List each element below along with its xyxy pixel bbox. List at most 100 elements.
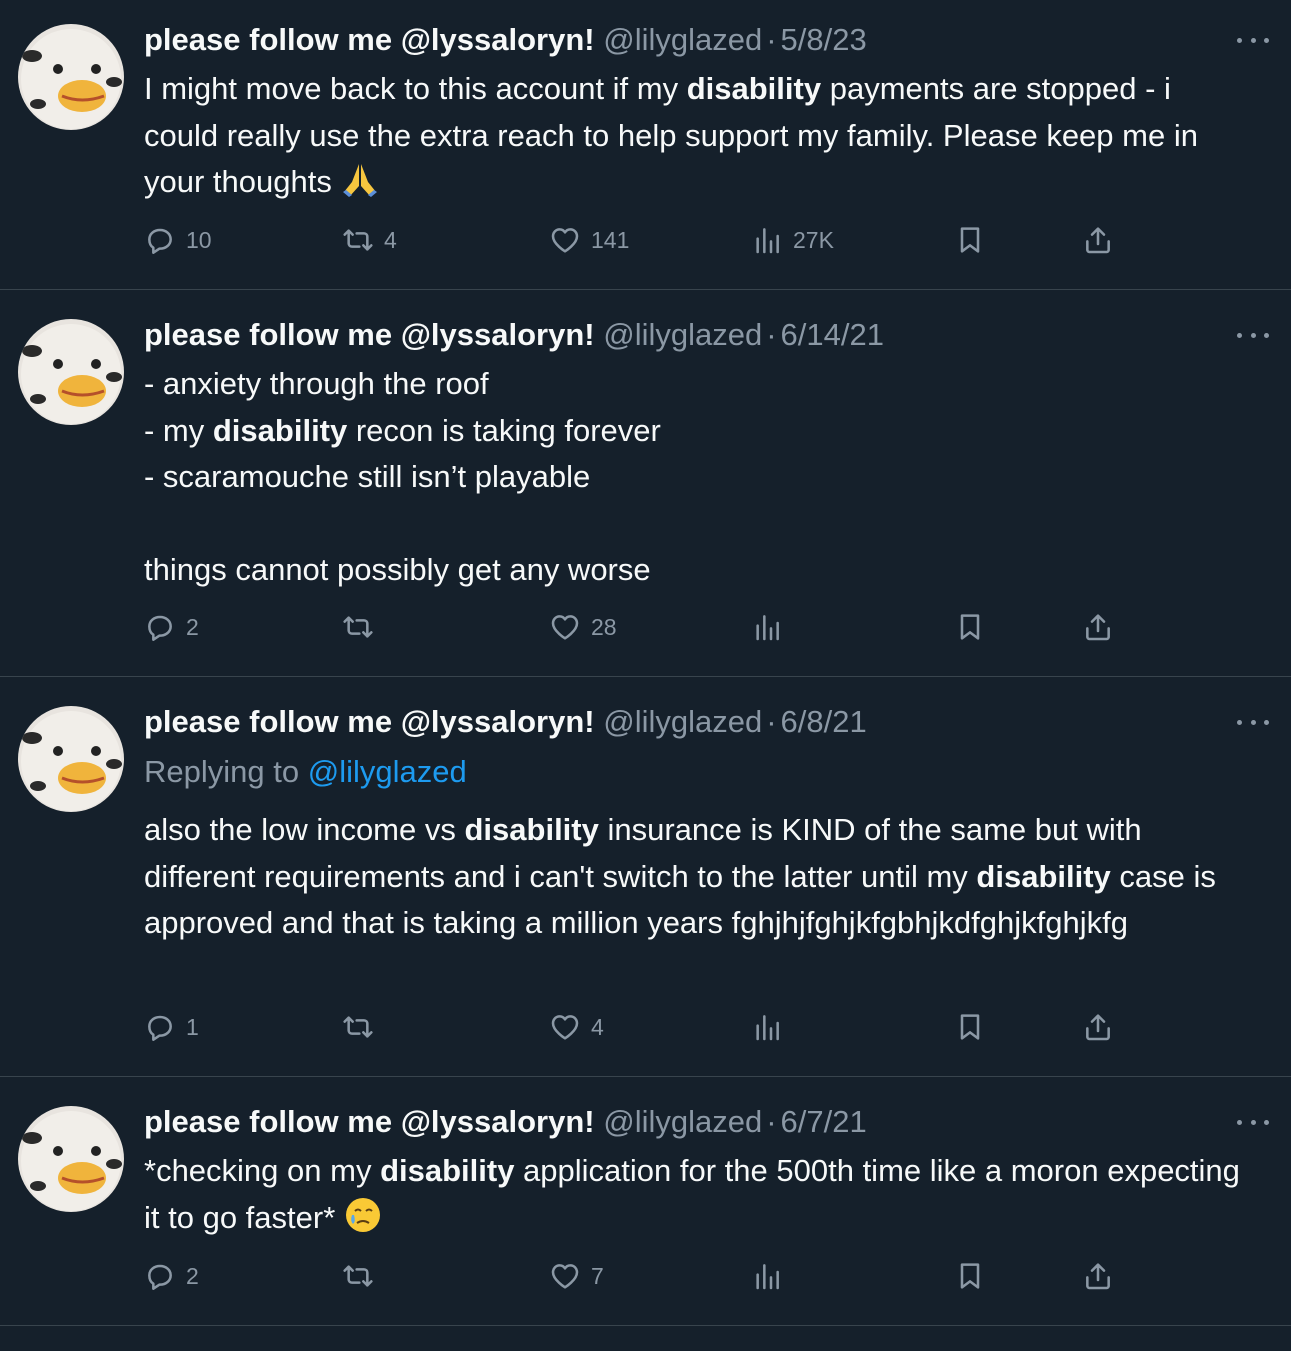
reply-button[interactable]: 2 — [144, 1258, 199, 1294]
tweet-line: things cannot possibly get any worse — [144, 547, 1251, 594]
tweet-line: - anxiety through the roof — [144, 361, 1251, 408]
text-run: things cannot possibly get any worse — [144, 552, 651, 587]
highlighted-term: disability — [464, 812, 599, 847]
bookmark-button[interactable] — [954, 1009, 986, 1045]
tweet-header: please follow me @lyssaloryn! @lilyglaze… — [144, 1102, 1211, 1142]
display-name[interactable]: please follow me @lyssaloryn! — [144, 704, 595, 739]
display-name[interactable]: please follow me @lyssaloryn! — [144, 1104, 595, 1139]
timestamp[interactable]: 6/14/21 — [781, 317, 884, 352]
tweet-text: also the low income vs disability insura… — [144, 807, 1251, 947]
retweet-count: 4 — [384, 226, 397, 253]
action-bar: 1 4 — [144, 1009, 1124, 1045]
mention-link[interactable]: @lilyglazed — [308, 754, 467, 789]
highlighted-term: disability — [212, 412, 348, 448]
reply-icon — [148, 1264, 172, 1290]
views-button[interactable] — [751, 1009, 793, 1045]
view-count: 27K — [793, 226, 834, 253]
share-icon — [1086, 1263, 1110, 1290]
bookmark-button[interactable] — [954, 1258, 986, 1294]
replying-label: Replying to — [144, 754, 300, 789]
like-count: 4 — [591, 1013, 604, 1040]
reply-count: 1 — [186, 1013, 199, 1040]
like-count: 7 — [591, 1262, 604, 1289]
like-icon — [551, 615, 579, 640]
tweet-line-blank — [144, 501, 1251, 548]
tweet[interactable]: please follow me @lyssaloryn! @lilyglaze… — [0, 0, 1291, 290]
more-icon[interactable] — [1237, 325, 1269, 345]
views-button[interactable]: 27K — [751, 222, 834, 258]
display-name[interactable]: please follow me @lyssaloryn! — [144, 22, 595, 57]
share-button[interactable] — [1082, 222, 1114, 258]
views-button[interactable] — [751, 609, 793, 645]
bookmark-icon — [960, 227, 980, 253]
like-button[interactable]: 141 — [549, 222, 629, 258]
share-button[interactable] — [1082, 609, 1114, 645]
share-icon — [1086, 227, 1110, 254]
timestamp[interactable]: 5/8/23 — [781, 22, 867, 57]
tweet[interactable]: please follow me @lyssaloryn! @lilyglaze… — [0, 290, 1291, 677]
bookmark-icon — [960, 614, 980, 640]
tweet-header: please follow me @lyssaloryn! @lilyglaze… — [144, 20, 1211, 60]
bookmark-button[interactable] — [954, 609, 986, 645]
share-icon — [1086, 1014, 1110, 1041]
tweet-paragraph: also the low income vs disability insura… — [144, 807, 1251, 947]
replying-to: Replying to @lilyglazed — [144, 752, 467, 792]
tweet-paragraph: I might move back to this account if my … — [144, 66, 1251, 212]
display-name[interactable]: please follow me @lyssaloryn! — [144, 317, 595, 352]
like-button[interactable]: 4 — [549, 1009, 604, 1045]
separator: · — [766, 22, 777, 57]
avatar[interactable] — [18, 319, 124, 425]
tweet-line: - scaramouche still isn’t playable — [144, 454, 1251, 501]
handle[interactable]: @lilyglazed — [603, 1104, 762, 1139]
text-run: - scaramouche still isn’t playable — [144, 459, 591, 494]
like-count: 28 — [591, 613, 617, 640]
crying-smile-emoji — [344, 1196, 382, 1248]
tweet[interactable]: please follow me @lyssaloryn! @lilyglaze… — [0, 677, 1291, 1077]
text-run: - anxiety through the roof — [144, 366, 489, 401]
text-run: recon is taking forever — [347, 412, 661, 448]
views-button[interactable] — [751, 1258, 793, 1294]
share-button[interactable] — [1082, 1009, 1114, 1045]
reply-icon — [148, 1015, 172, 1041]
tweet-header: please follow me @lyssaloryn! @lilyglaze… — [144, 315, 1211, 355]
highlighted-term: disability — [686, 71, 822, 106]
highlighted-term: disability — [976, 858, 1111, 894]
like-button[interactable]: 28 — [549, 609, 617, 645]
retweet-icon — [343, 1016, 373, 1038]
bookmark-button[interactable] — [954, 222, 986, 258]
share-button[interactable] — [1082, 1258, 1114, 1294]
views-icon — [756, 1015, 779, 1041]
retweet-button[interactable] — [342, 1258, 384, 1294]
reply-count: 2 — [186, 613, 199, 640]
more-icon[interactable] — [1237, 30, 1269, 50]
text-run: - my — [144, 412, 213, 448]
timestamp[interactable]: 6/7/21 — [781, 1104, 867, 1139]
reply-count: 10 — [186, 226, 212, 253]
retweet-button[interactable]: 4 — [342, 222, 397, 258]
separator: · — [766, 1104, 777, 1139]
tweet-line: - my disability recon is taking forever — [144, 408, 1251, 455]
handle[interactable]: @lilyglazed — [603, 317, 762, 352]
retweet-button[interactable] — [342, 1009, 384, 1045]
reply-button[interactable]: 10 — [144, 222, 212, 258]
more-icon[interactable] — [1237, 1112, 1269, 1132]
retweet-icon — [343, 1265, 373, 1287]
handle[interactable]: @lilyglazed — [603, 22, 762, 57]
action-bar: 10 4 141 27K — [144, 222, 1124, 258]
tweet[interactable]: please follow me @lyssaloryn! @lilyglaze… — [0, 1077, 1291, 1326]
text-run: *checking on my — [144, 1153, 381, 1188]
tweet-text: - anxiety through the roof - my disabili… — [144, 361, 1251, 594]
like-button[interactable]: 7 — [549, 1258, 604, 1294]
more-icon[interactable] — [1237, 712, 1269, 732]
reply-button[interactable]: 2 — [144, 609, 199, 645]
bookmark-icon — [960, 1263, 980, 1289]
avatar[interactable] — [18, 1106, 124, 1212]
bookmark-icon — [960, 1014, 980, 1040]
avatar[interactable] — [18, 24, 124, 130]
timestamp[interactable]: 6/8/21 — [781, 704, 867, 739]
views-icon — [756, 1264, 779, 1290]
avatar[interactable] — [18, 706, 124, 812]
handle[interactable]: @lilyglazed — [603, 704, 762, 739]
reply-button[interactable]: 1 — [144, 1009, 199, 1045]
retweet-button[interactable] — [342, 609, 384, 645]
